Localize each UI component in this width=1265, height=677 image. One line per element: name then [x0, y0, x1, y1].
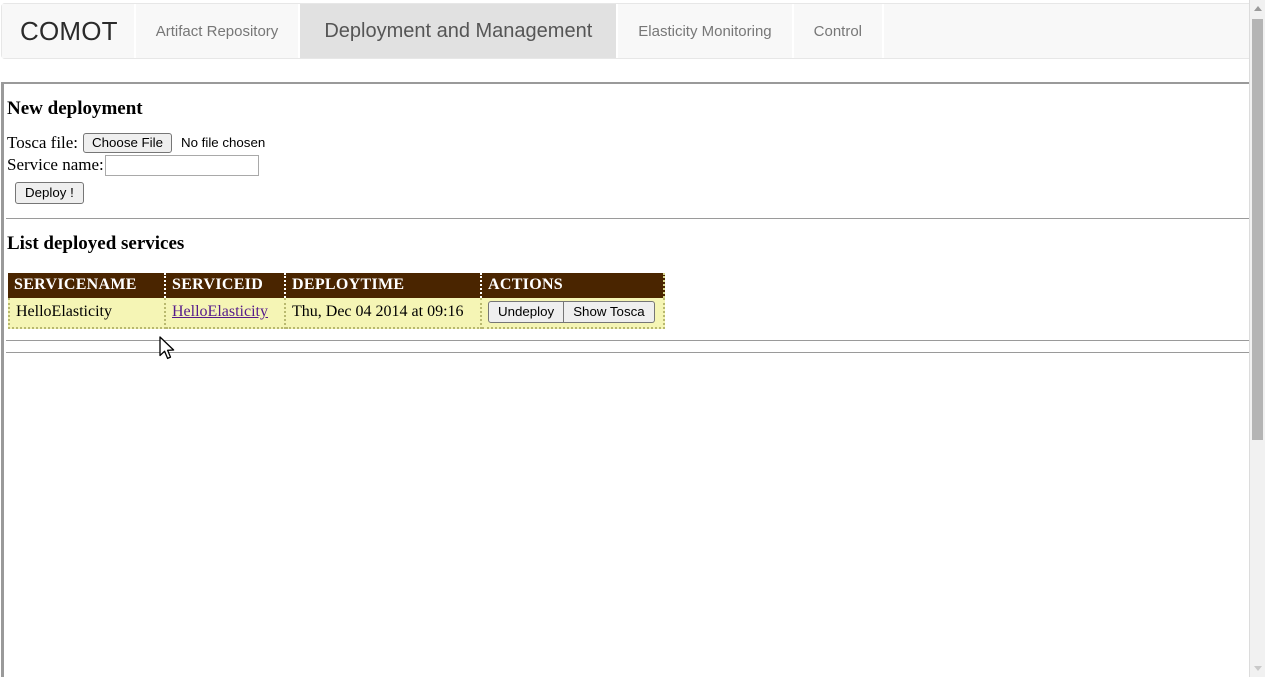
scrollbar-down-arrow-icon[interactable]	[1250, 660, 1265, 677]
service-id-link[interactable]: HelloElasticity	[172, 303, 268, 320]
cell-serviceid: HelloElasticity	[166, 298, 286, 329]
scrollbar-thumb[interactable]	[1252, 19, 1263, 440]
service-name-row: Service name:	[7, 154, 1249, 176]
page-viewport: COMOT Artifact Repository Deployment and…	[0, 0, 1249, 677]
choose-file-button[interactable]: Choose File	[83, 133, 172, 153]
service-name-label: Service name:	[7, 155, 104, 174]
column-header-deploytime: DEPLOYTIME	[286, 273, 482, 298]
content-container: New deployment Tosca file: Choose File N…	[1, 82, 1249, 677]
new-deployment-form: Tosca file: Choose File No file chosen S…	[6, 120, 1249, 204]
scrollbar-up-arrow-icon[interactable]	[1250, 0, 1265, 17]
section-divider-3	[6, 352, 1249, 353]
tab-deployment-and-management[interactable]: Deployment and Management	[300, 4, 619, 58]
vertical-scrollbar[interactable]	[1249, 0, 1265, 677]
services-table-body: HelloElasticity HelloElasticity Thu, Dec…	[8, 298, 665, 329]
tab-control[interactable]: Control	[793, 4, 885, 58]
undeploy-button[interactable]: Undeploy	[488, 301, 565, 323]
services-table-head: SERVICENAME SERVICEID DEPLOYTIME ACTIONS	[8, 273, 665, 298]
main-navbar: COMOT Artifact Repository Deployment and…	[1, 3, 1249, 59]
services-table-wrap: SERVICENAME SERVICEID DEPLOYTIME ACTIONS…	[6, 255, 1249, 329]
cell-deploytime: Thu, Dec 04 2014 at 09:16	[286, 298, 482, 329]
cell-actions: Undeploy Show Tosca	[482, 298, 665, 329]
file-status-text: No file chosen	[180, 135, 266, 150]
show-tosca-button[interactable]: Show Tosca	[564, 301, 655, 323]
deployed-services-heading: List deployed services	[7, 233, 185, 254]
brand-comot[interactable]: COMOT	[2, 4, 136, 58]
service-name-input[interactable]	[104, 154, 259, 176]
tosca-file-row: Tosca file: Choose File No file chosen	[7, 132, 1249, 154]
new-deployment-section: New deployment Tosca file: Choose File N…	[4, 84, 1249, 219]
cell-servicename: HelloElasticity	[8, 298, 166, 329]
tab-deployment-and-management-label: Deployment and Management	[324, 19, 593, 42]
column-header-actions: ACTIONS	[482, 273, 665, 298]
new-deployment-heading: New deployment	[7, 98, 143, 119]
nav-tab-list: Artifact Repository Deployment and Manag…	[135, 4, 1249, 58]
services-header-row: SERVICENAME SERVICEID DEPLOYTIME ACTIONS	[8, 273, 665, 298]
deploy-button[interactable]: Deploy !	[15, 182, 84, 204]
deploy-row: Deploy !	[7, 176, 1249, 204]
row-action-button-group: Undeploy Show Tosca	[488, 301, 655, 323]
tab-elasticity-monitoring[interactable]: Elasticity Monitoring	[618, 4, 794, 58]
tab-artifact-repository-label: Artifact Repository	[155, 22, 279, 40]
deployed-services-section: List deployed services SERVICENAME SERVI…	[4, 219, 1249, 353]
tab-control-label: Control	[813, 22, 863, 40]
column-header-serviceid: SERVICEID	[166, 273, 286, 298]
tab-artifact-repository[interactable]: Artifact Repository	[135, 4, 301, 58]
empty-content-area	[4, 353, 1249, 653]
table-row: HelloElasticity HelloElasticity Thu, Dec…	[8, 298, 665, 329]
deployed-services-table: SERVICENAME SERVICEID DEPLOYTIME ACTIONS…	[8, 273, 665, 329]
tab-elasticity-monitoring-label: Elasticity Monitoring	[638, 22, 772, 40]
tosca-file-label: Tosca file:	[7, 133, 79, 152]
column-header-servicename: SERVICENAME	[8, 273, 166, 298]
navbar-filler	[884, 4, 1249, 58]
